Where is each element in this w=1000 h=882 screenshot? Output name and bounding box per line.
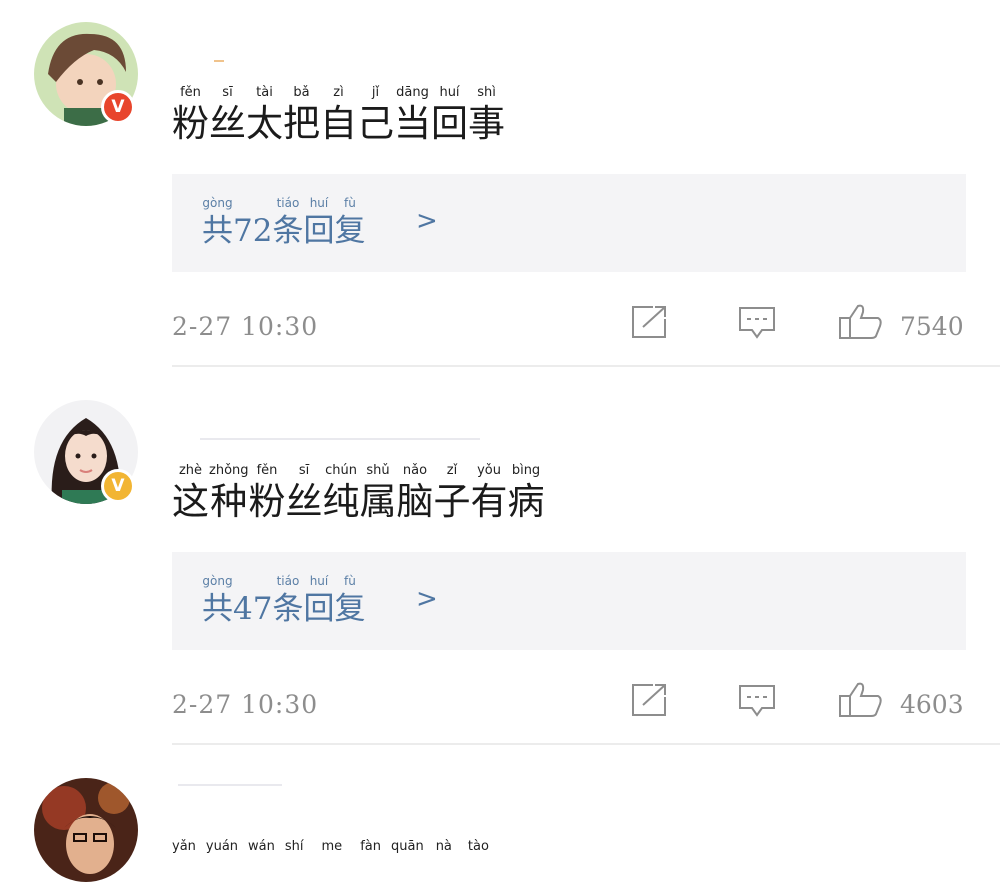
- timestamp: 2-27 10:30: [172, 690, 319, 719]
- reply-summary-link[interactable]: gòng 共 4 7 tiáo 条 huí 回 fù 复 >: [172, 552, 966, 650]
- comment-icon[interactable]: [738, 306, 776, 344]
- like-icon[interactable]: [838, 302, 884, 344]
- like-icon[interactable]: [838, 680, 884, 722]
- username-placeholder: [200, 438, 480, 440]
- comment-text: fěn 粉 sī 丝 tài 太 bǎ 把 zì 自 jǐ 己 dāng 当 huí 回 shì…: [172, 85, 505, 145]
- chevron-right-icon: >: [416, 206, 438, 236]
- avatar[interactable]: [34, 778, 138, 882]
- like-count: 4603: [900, 690, 964, 719]
- verified-badge-icon: V: [101, 469, 135, 503]
- share-icon[interactable]: [631, 305, 669, 343]
- timestamp: 2-27 10:30: [172, 312, 319, 341]
- divider: [172, 743, 1000, 745]
- comment-icon[interactable]: [738, 684, 776, 722]
- like-count: 7540: [900, 312, 964, 341]
- comment-text: yǎn yuán wán shí me fàn quān nà tào: [172, 839, 489, 854]
- username-placeholder: [178, 784, 282, 786]
- comment-text: zhè 这 zhǒng 种 fěn 粉 sī 丝 chún 纯 shǔ 属 nǎo 脑 zǐ 子…: [172, 463, 545, 523]
- username-placeholder: [214, 60, 224, 62]
- chevron-right-icon: >: [416, 584, 438, 614]
- divider: [172, 365, 1000, 367]
- share-icon[interactable]: [631, 683, 669, 721]
- verified-badge-icon: V: [101, 90, 135, 124]
- reply-summary-link[interactable]: gòng 共 7 2 tiáo 条 huí 回 fù 复 >: [172, 174, 966, 272]
